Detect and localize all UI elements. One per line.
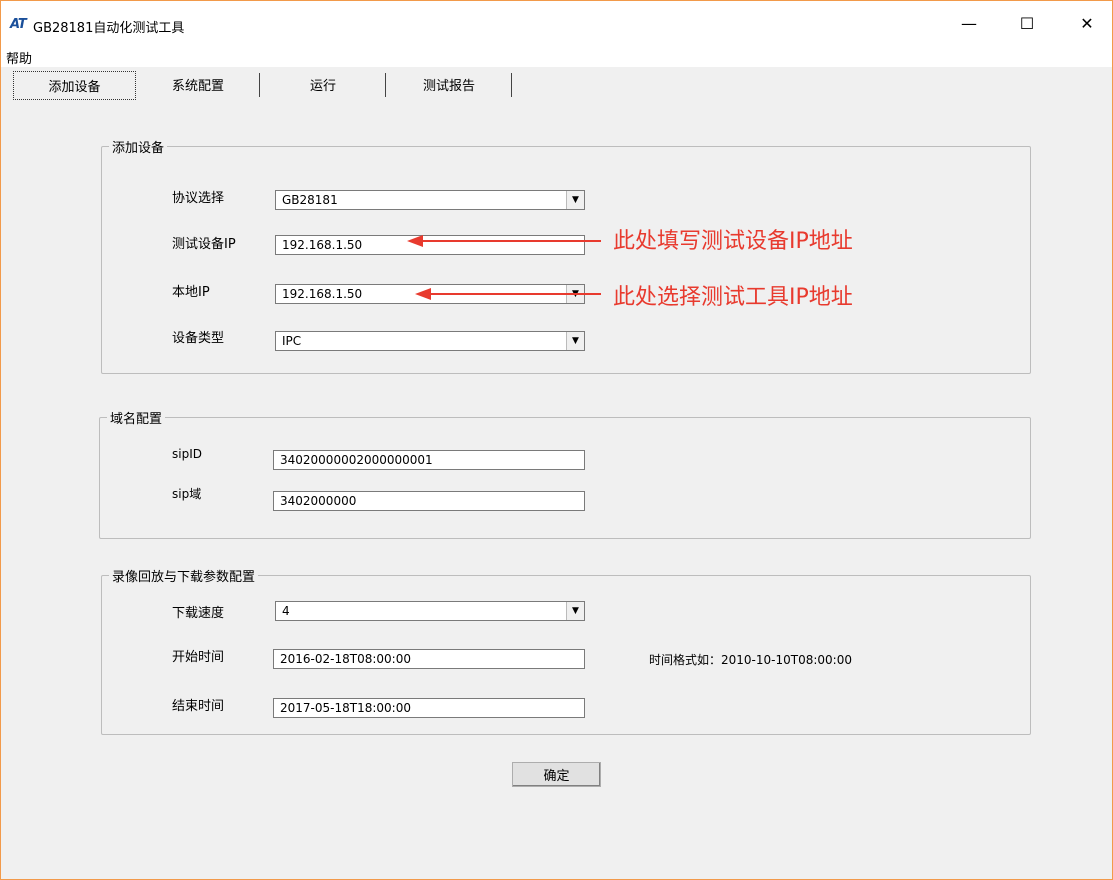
sip-id-value: 34020000002000000001 (280, 453, 433, 467)
device-ip-annotation: 此处填写测试设备IP地址 (613, 229, 853, 254)
sip-id-input[interactable]: 34020000002000000001 (273, 450, 585, 470)
device-type-label: 设备类型 (172, 331, 225, 346)
playback-group-title: 录像回放与下载参数配置 (109, 566, 259, 585)
app-window: AT GB28181自动化测试工具 — ☐ ✕ 帮助 添加设备 系统配置 运行 … (0, 0, 1113, 880)
tab-test-report[interactable]: 测试报告 (387, 71, 511, 98)
end-time-value: 2017-05-18T18:00:00 (280, 701, 411, 715)
tab-separator (259, 73, 260, 97)
download-speed-label: 下载速度 (172, 606, 225, 621)
annotation-arrow-line (421, 240, 601, 242)
device-ip-value: 192.168.1.50 (282, 238, 363, 252)
time-format-hint: 时间格式如：2010-10-10T08:00:00 (649, 653, 852, 667)
window-title: GB28181自动化测试工具 (33, 21, 185, 36)
annotation-arrow-icon (407, 235, 423, 247)
start-time-label: 开始时间 (172, 650, 225, 665)
protocol-label: 协议选择 (172, 191, 225, 206)
menu-bar: 帮助 (1, 45, 1112, 67)
download-speed-select[interactable]: 4 ▼ (275, 601, 585, 621)
start-time-value: 2016-02-18T08:00:00 (280, 652, 411, 666)
title-bar: AT GB28181自动化测试工具 — ☐ ✕ (1, 1, 1112, 45)
chevron-down-icon[interactable]: ▼ (566, 332, 584, 350)
download-speed-value: 4 (282, 604, 290, 618)
start-time-input[interactable]: 2016-02-18T08:00:00 (273, 649, 585, 669)
local-ip-label: 本地IP (172, 285, 210, 300)
local-ip-value: 192.168.1.50 (282, 287, 363, 301)
maximize-button[interactable]: ☐ (1004, 1, 1050, 45)
annotation-arrow-icon (415, 288, 431, 300)
menu-help[interactable]: 帮助 (6, 48, 32, 67)
chevron-down-icon[interactable]: ▼ (566, 602, 584, 620)
tab-add-device[interactable]: 添加设备 (13, 71, 136, 100)
end-time-input[interactable]: 2017-05-18T18:00:00 (273, 698, 585, 718)
device-ip-input[interactable]: 192.168.1.50 (275, 235, 585, 255)
chevron-down-icon[interactable]: ▼ (566, 191, 584, 209)
device-type-select[interactable]: IPC ▼ (275, 331, 585, 351)
sip-domain-input[interactable]: 3402000000 (273, 491, 585, 511)
sip-domain-value: 3402000000 (280, 494, 357, 508)
close-button[interactable]: ✕ (1064, 1, 1110, 45)
annotation-arrow-line (429, 293, 601, 295)
tab-separator (385, 73, 386, 97)
sip-domain-label: sip域 (172, 487, 202, 501)
app-logo-icon: AT (10, 17, 27, 32)
add-device-group-title: 添加设备 (109, 137, 168, 156)
confirm-button[interactable]: 确定 (512, 762, 601, 787)
device-type-value: IPC (282, 334, 302, 348)
protocol-select[interactable]: GB28181 ▼ (275, 190, 585, 210)
end-time-label: 结束时间 (172, 699, 225, 714)
tab-run[interactable]: 运行 (261, 71, 385, 98)
minimize-button[interactable]: — (946, 1, 992, 45)
tab-bar: 添加设备 系统配置 运行 测试报告 (13, 71, 533, 100)
tab-system-config[interactable]: 系统配置 (137, 71, 259, 98)
protocol-value: GB28181 (282, 193, 338, 207)
sip-id-label: sipID (172, 447, 202, 461)
device-ip-label: 测试设备IP (172, 237, 236, 252)
local-ip-annotation: 此处选择测试工具IP地址 (613, 285, 853, 310)
tab-separator (511, 73, 512, 97)
domain-group: 域名配置 (99, 408, 1031, 539)
domain-group-title: 域名配置 (107, 408, 166, 427)
